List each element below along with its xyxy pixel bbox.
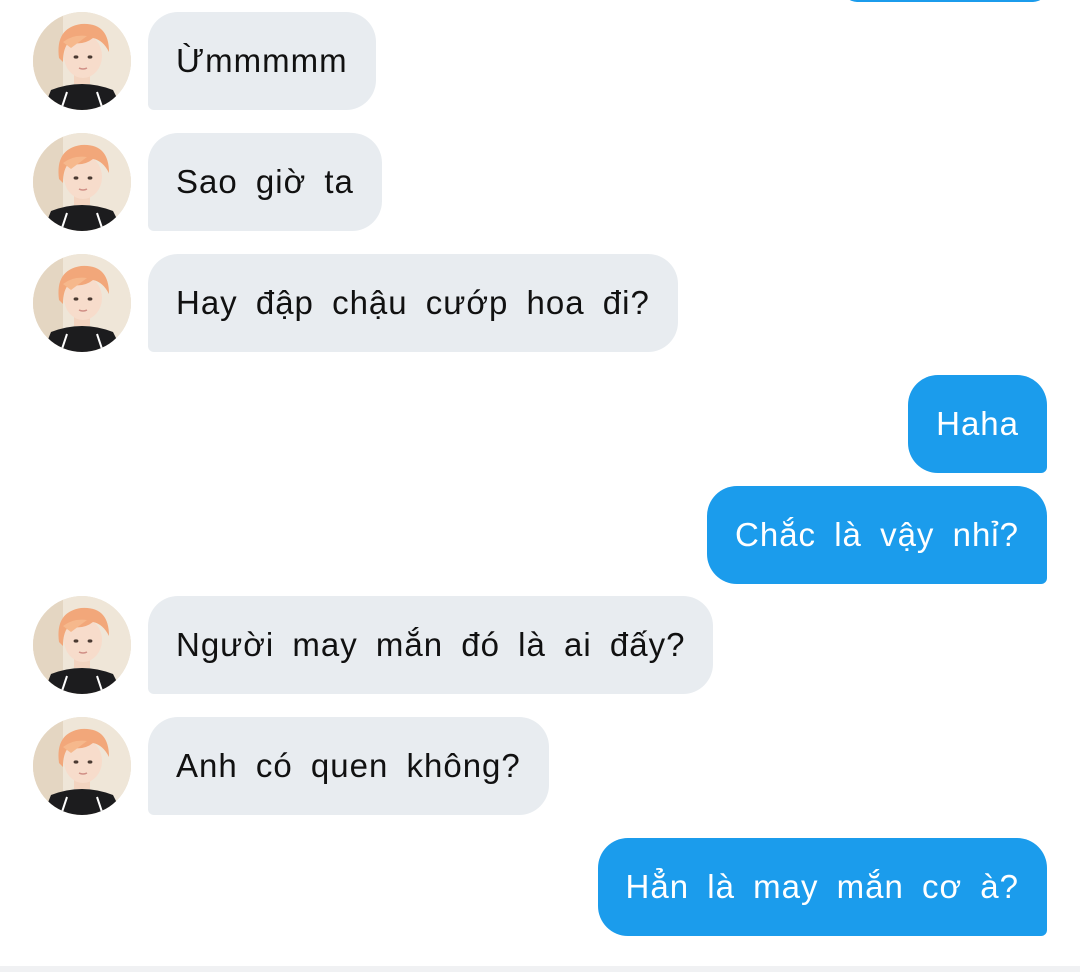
- contact-avatar-image: [33, 12, 131, 110]
- message-text: Hay đập chậu cướp hoa đi?: [176, 284, 650, 321]
- message-bubble-incoming[interactable]: Sao giờ ta: [148, 133, 382, 231]
- previous-outgoing-bubble-edge: [843, 0, 1047, 2]
- message-text: Anh có quen không?: [176, 747, 521, 784]
- message-bubble-outgoing[interactable]: Chắc là vậy nhỉ?: [707, 486, 1047, 584]
- contact-avatar[interactable]: [33, 254, 131, 352]
- message-text: Người may mắn đó là ai đấy?: [176, 626, 686, 663]
- contact-avatar-image: [33, 596, 131, 694]
- message-bubble-outgoing[interactable]: Hẳn là may mắn cơ à?: [597, 838, 1047, 936]
- bottom-divider: [0, 966, 1080, 972]
- contact-avatar[interactable]: [33, 12, 131, 110]
- contact-avatar-image: [33, 133, 131, 231]
- message-text: Haha: [936, 405, 1019, 442]
- message-text: Chắc là vậy nhỉ?: [735, 516, 1019, 553]
- contact-avatar[interactable]: [33, 596, 131, 694]
- message-text: Sao giờ ta: [176, 163, 354, 200]
- message-bubble-incoming[interactable]: Ừmmmmm: [148, 12, 376, 110]
- contact-avatar[interactable]: [33, 717, 131, 815]
- contact-avatar[interactable]: [33, 133, 131, 231]
- message-text: Hẳn là may mắn cơ à?: [625, 868, 1019, 905]
- contact-avatar-image: [33, 717, 131, 815]
- chat-thread: Ừmmmmm Sao giờ ta Hay đập chậu cướp hoa …: [0, 0, 1080, 972]
- message-bubble-incoming[interactable]: Anh có quen không?: [148, 717, 549, 815]
- message-text: Ừmmmmm: [176, 42, 348, 79]
- message-bubble-incoming[interactable]: Hay đập chậu cướp hoa đi?: [148, 254, 678, 352]
- message-bubble-incoming[interactable]: Người may mắn đó là ai đấy?: [148, 596, 714, 694]
- message-bubble-outgoing[interactable]: Haha: [908, 375, 1047, 473]
- contact-avatar-image: [33, 254, 131, 352]
